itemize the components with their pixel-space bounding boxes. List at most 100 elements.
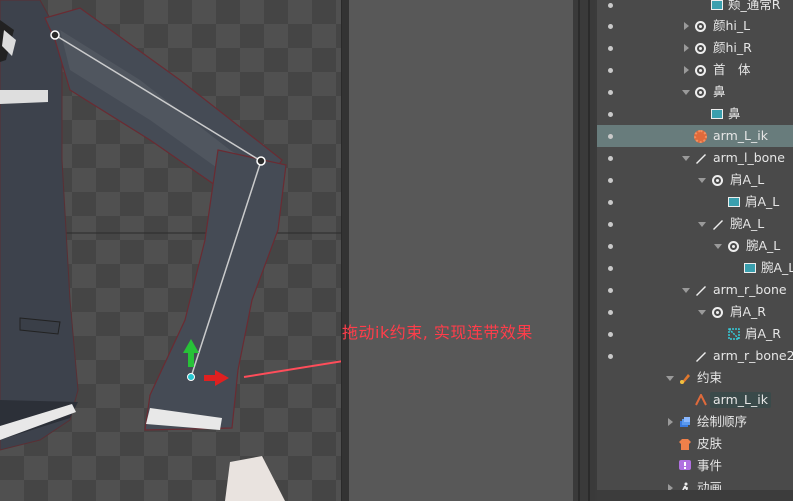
tree-row-label: 约束 — [697, 370, 723, 385]
tree-row-label: arm_r_bone — [713, 282, 787, 297]
visibility-dot-icon[interactable] — [608, 222, 613, 227]
visibility-dot-icon[interactable] — [608, 24, 613, 29]
event-icon — [679, 460, 691, 470]
tree-row-label: 鼻 — [728, 106, 741, 121]
tree-row-label: 首 体 — [713, 62, 751, 77]
slot-icon — [728, 197, 740, 207]
tree-row[interactable]: 鼻 — [597, 103, 793, 125]
tree-row[interactable]: 约束 — [597, 367, 793, 389]
visibility-dot-icon[interactable] — [608, 134, 613, 139]
collapse-arrow-icon[interactable] — [714, 244, 722, 249]
visibility-dot-icon[interactable] — [608, 3, 613, 8]
tree-row[interactable]: 事件 — [597, 455, 793, 477]
tree-row[interactable]: 颊_通常R — [597, 0, 793, 16]
collapse-arrow-icon[interactable] — [682, 288, 690, 293]
draw-order-icon — [680, 417, 690, 427]
tree-row[interactable]: arm_r_bone2 — [597, 345, 793, 367]
collapse-arrow-icon[interactable] — [666, 376, 674, 381]
visibility-dot-icon[interactable] — [608, 68, 613, 73]
mesh-icon — [728, 328, 740, 340]
tree-row-label: arm_L_ik — [710, 392, 771, 408]
pen-bone-icon — [696, 154, 706, 164]
expand-arrow-icon[interactable] — [684, 44, 689, 52]
ik-constraint-icon — [695, 394, 707, 406]
bone-icon — [695, 87, 706, 98]
visibility-dot-icon[interactable] — [608, 354, 613, 359]
tree-row-label: 绘制顺序 — [697, 414, 748, 429]
annotation-text: 拖动ik约束, 实现连带效果 — [342, 323, 533, 342]
bone-icon — [695, 43, 706, 54]
hierarchy-tree[interactable]: 颊_通常R 颜hi_L 颜hi_R 首 体 鼻 鼻 arm_L_ik arm_l… — [597, 0, 793, 501]
visibility-dot-icon[interactable] — [608, 112, 613, 117]
slot-icon — [711, 109, 723, 119]
tree-row[interactable]: 肩A_L — [597, 169, 793, 191]
tree-row-label: 皮肤 — [697, 436, 723, 451]
tree-row-label: 颊_通常R — [728, 0, 781, 12]
visibility-dot-icon[interactable] — [608, 266, 613, 271]
ik-target-icon — [694, 130, 707, 143]
tree-row[interactable]: 肩A_L — [597, 191, 793, 213]
visibility-dot-icon[interactable] — [608, 332, 613, 337]
tree-row[interactable]: 腕A_L — [597, 213, 793, 235]
collapse-arrow-icon[interactable] — [698, 178, 706, 183]
tree-row-label: 事件 — [697, 458, 723, 473]
tree-row[interactable]: 绘制顺序 — [597, 411, 793, 433]
slot-icon — [711, 0, 723, 10]
tree-row[interactable]: 首 体 — [597, 59, 793, 81]
empty-panel — [349, 0, 573, 501]
constraint-icon — [680, 374, 690, 384]
tree-row-label: 肩A_L — [745, 194, 780, 209]
visibility-dot-icon[interactable] — [608, 288, 613, 293]
tree-row-label: arm_l_bone — [713, 150, 785, 165]
bone-icon — [712, 307, 723, 318]
tree-bottom-bar — [597, 490, 793, 501]
tree-row[interactable]: 鼻 — [597, 81, 793, 103]
tree-row-label: 颜hi_R — [713, 40, 752, 55]
character-canvas[interactable] — [0, 0, 341, 501]
tree-row[interactable]: 颜hi_L — [597, 15, 793, 37]
expand-arrow-icon[interactable] — [684, 22, 689, 30]
pen-bone-icon — [713, 220, 723, 230]
tree-row[interactable]: arm_l_bone — [597, 147, 793, 169]
bone-icon — [712, 175, 723, 186]
tree-row[interactable]: 腕A_L — [597, 257, 793, 279]
expand-arrow-icon[interactable] — [684, 66, 689, 74]
visibility-dot-icon[interactable] — [608, 156, 613, 161]
tree-row[interactable]: 肩A_R — [597, 301, 793, 323]
tree-row[interactable]: 皮肤 — [597, 433, 793, 455]
bone-icon — [728, 241, 739, 252]
slot-icon — [744, 263, 756, 273]
bone-icon — [695, 65, 706, 76]
visibility-dot-icon[interactable] — [608, 46, 613, 51]
visibility-dot-icon[interactable] — [608, 310, 613, 315]
collapse-arrow-icon[interactable] — [682, 90, 690, 95]
pen-bone-icon — [696, 286, 706, 296]
tree-row[interactable]: arm_r_bone — [597, 279, 793, 301]
collapse-arrow-icon[interactable] — [698, 310, 706, 315]
visibility-dot-icon[interactable] — [608, 200, 613, 205]
tree-row-label: arm_L_ik — [713, 128, 768, 143]
tree-row[interactable]: 腕A_L — [597, 235, 793, 257]
pen-bone-icon — [696, 352, 706, 362]
tree-row[interactable]: 肩A_R — [597, 323, 793, 345]
collapse-arrow-icon[interactable] — [698, 222, 706, 227]
tree-row-label: 肩A_R — [730, 304, 766, 319]
tree-row[interactable]: arm_L_ik — [597, 389, 793, 411]
tree-row[interactable]: 颜hi_R — [597, 37, 793, 59]
visibility-dot-icon[interactable] — [608, 90, 613, 95]
tree-row-label: 腕A_L — [746, 238, 781, 253]
panel-divider[interactable] — [573, 0, 595, 501]
tree-row-label: 鼻 — [713, 84, 726, 99]
visibility-dot-icon[interactable] — [608, 244, 613, 249]
collapse-arrow-icon[interactable] — [682, 156, 690, 161]
tree-row-selected[interactable]: arm_L_ik — [597, 125, 793, 147]
bone-icon — [695, 21, 706, 32]
tree-row-label: 颜hi_L — [713, 18, 751, 33]
canvas-viewport[interactable] — [0, 0, 341, 501]
expand-arrow-icon[interactable] — [668, 418, 673, 426]
tree-row-label: 腕A_L — [730, 216, 765, 231]
visibility-dot-icon[interactable] — [608, 178, 613, 183]
tree-row-label: arm_r_bone2 — [713, 348, 793, 363]
tree-row-label: 肩A_L — [730, 172, 765, 187]
tree-row-label: 肩A_R — [745, 326, 781, 341]
